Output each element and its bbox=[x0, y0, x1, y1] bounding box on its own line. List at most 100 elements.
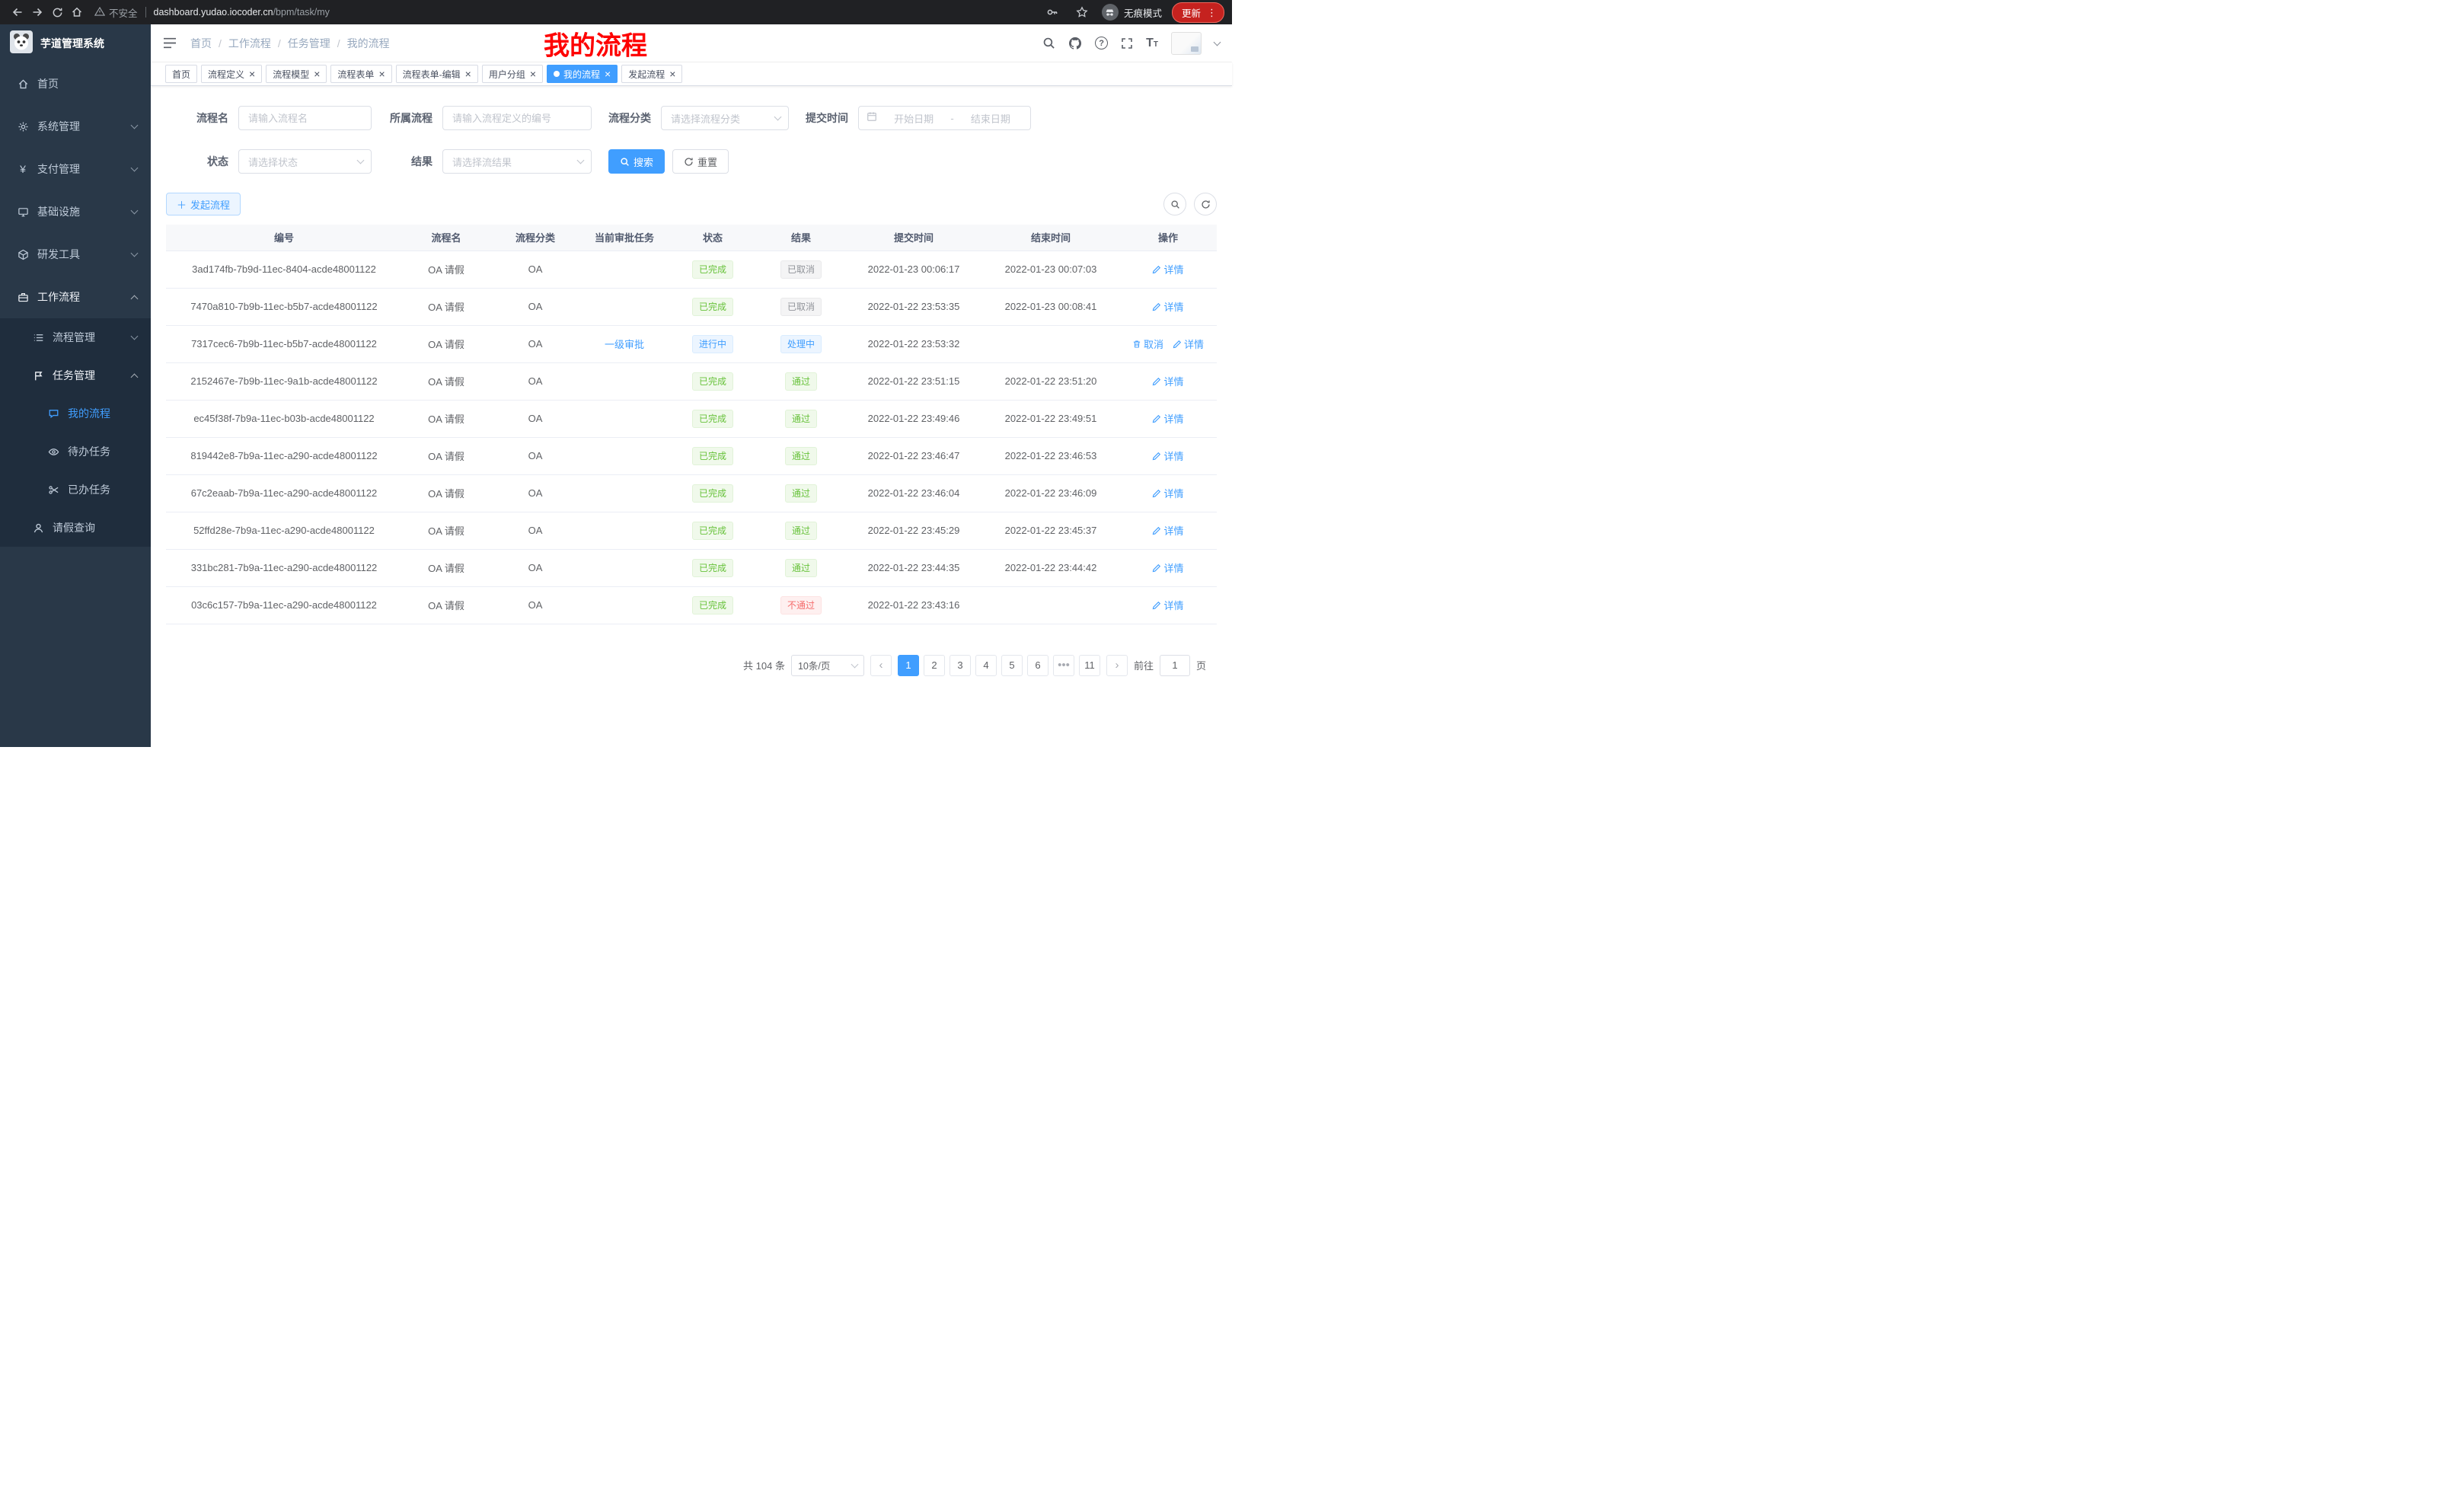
tab-3[interactable]: 流程表单 × bbox=[330, 65, 391, 83]
sidebar-item-done-tasks[interactable]: 已办任务 bbox=[0, 471, 151, 509]
tab-1[interactable]: 流程定义× bbox=[201, 65, 262, 83]
key-icon[interactable] bbox=[1042, 2, 1062, 22]
create-process-button[interactable]: ＋ 发起流程 bbox=[166, 193, 241, 215]
pagination-page-3[interactable]: 3 bbox=[950, 655, 971, 676]
tab-5[interactable]: 用户分组× bbox=[482, 65, 543, 83]
sidebar-item-todo-tasks[interactable]: 待办任务 bbox=[0, 433, 151, 471]
sidebar-item-process-mgmt[interactable]: 流程管理 bbox=[0, 318, 151, 356]
pagination-page-2[interactable]: 2 bbox=[924, 655, 945, 676]
tab-4[interactable]: 流程表单-编辑× bbox=[396, 65, 478, 83]
cell-category: OA bbox=[490, 474, 580, 512]
parent-process-input[interactable] bbox=[442, 106, 592, 130]
hamburger-icon[interactable] bbox=[163, 37, 177, 49]
tab-6[interactable]: 我的流程× bbox=[547, 65, 618, 83]
tab-label: 发起流程 bbox=[628, 68, 665, 81]
avatar-caret-icon[interactable] bbox=[1214, 38, 1221, 46]
action-edit-link[interactable]: 详情 bbox=[1152, 449, 1183, 463]
sidebar-item-label: 研发工具 bbox=[37, 247, 123, 262]
reset-button[interactable]: 重置 bbox=[672, 149, 729, 174]
action-edit-link[interactable]: 详情 bbox=[1152, 560, 1183, 575]
fullscreen-icon[interactable] bbox=[1121, 37, 1133, 49]
tab-close-icon[interactable]: × bbox=[378, 69, 385, 79]
tab-0[interactable]: 首页 bbox=[165, 65, 197, 83]
table-row: 03c6c157-7b9a-11ec-a290-acde48001122OA 请… bbox=[166, 586, 1217, 624]
cell-submit-time: 2022-01-22 23:49:46 bbox=[845, 400, 982, 437]
update-button[interactable]: 更新 ⋮ bbox=[1172, 2, 1224, 23]
refresh-icon[interactable] bbox=[1194, 193, 1217, 215]
cell-actions: 详情 bbox=[1119, 437, 1217, 474]
action-cancel-link[interactable]: 取消 bbox=[1132, 337, 1163, 351]
cell-name: OA 请假 bbox=[402, 400, 490, 437]
avatar[interactable] bbox=[1171, 32, 1202, 55]
pagination-page-11[interactable]: 11 bbox=[1079, 655, 1100, 676]
sidebar-item-payment[interactable]: ¥ 支付管理 bbox=[0, 148, 151, 190]
action-edit-link[interactable]: 详情 bbox=[1152, 299, 1183, 314]
sidebar-item-workflow[interactable]: 工作流程 bbox=[0, 276, 151, 318]
help-icon[interactable]: ? bbox=[1095, 37, 1108, 49]
back-icon[interactable] bbox=[8, 2, 27, 22]
github-icon[interactable] bbox=[1068, 37, 1082, 50]
bookmark-star-icon[interactable] bbox=[1072, 2, 1092, 22]
search-icon[interactable] bbox=[1042, 37, 1055, 49]
page-size-select[interactable]: 10条/页 bbox=[791, 655, 864, 676]
pagination-next[interactable]: › bbox=[1106, 655, 1128, 676]
tab-close-icon[interactable]: × bbox=[314, 69, 320, 79]
tab-7[interactable]: 发起流程 × bbox=[621, 65, 682, 83]
reload-icon[interactable] bbox=[47, 2, 67, 22]
tab-close-icon[interactable]: × bbox=[530, 69, 536, 79]
tab-close-icon[interactable]: × bbox=[465, 69, 471, 79]
pagination-page-4[interactable]: 4 bbox=[975, 655, 997, 676]
tab-2[interactable]: 流程模型× bbox=[266, 65, 327, 83]
process-name-input[interactable] bbox=[238, 106, 372, 130]
action-edit-link[interactable]: 详情 bbox=[1152, 262, 1183, 276]
sidebar-item-devtools[interactable]: 研发工具 bbox=[0, 233, 151, 276]
sidebar-item-system[interactable]: 系统管理 bbox=[0, 105, 151, 148]
sidebar-item-my-process[interactable]: 我的流程 bbox=[0, 394, 151, 433]
forward-icon[interactable] bbox=[27, 2, 47, 22]
tab-close-icon[interactable]: × bbox=[669, 69, 675, 79]
task-link[interactable]: 一级审批 bbox=[605, 337, 644, 351]
font-size-icon[interactable]: TT bbox=[1146, 37, 1158, 50]
home-browser-icon[interactable] bbox=[67, 2, 87, 22]
scissors-icon bbox=[47, 484, 59, 496]
browser-menu-icon[interactable]: ⋮ bbox=[1207, 8, 1217, 18]
action-edit-link[interactable]: 详情 bbox=[1152, 374, 1183, 388]
sidebar-item-leave-query[interactable]: 请假查询 bbox=[0, 509, 151, 547]
category-select[interactable]: 请选择流程分类 bbox=[661, 106, 789, 130]
security-indicator[interactable]: 不安全 bbox=[94, 5, 138, 20]
action-edit-link[interactable]: 详情 bbox=[1152, 598, 1183, 612]
tab-close-icon[interactable]: × bbox=[605, 69, 611, 79]
sidebar-item-task-mgmt[interactable]: 任务管理 bbox=[0, 356, 151, 394]
pagination-prev[interactable]: ‹ bbox=[870, 655, 892, 676]
action-edit-link[interactable]: 详情 bbox=[1152, 486, 1183, 500]
breadcrumb-task-mgmt[interactable]: 任务管理 bbox=[288, 36, 330, 51]
action-edit-link[interactable]: 详情 bbox=[1152, 523, 1183, 538]
pagination-page-1[interactable]: 1 bbox=[898, 655, 919, 676]
tab-close-icon[interactable]: × bbox=[249, 69, 255, 79]
address-bar[interactable]: dashboard.yudao.iocoder.cn/bpm/task/my bbox=[154, 7, 330, 18]
col-header-category: 流程分类 bbox=[490, 225, 580, 251]
action-edit-link[interactable]: 详情 bbox=[1173, 337, 1204, 351]
chevron-down-icon bbox=[131, 164, 139, 171]
app-logo-row[interactable]: 芋道管理系统 bbox=[0, 24, 151, 62]
pagination-page-6[interactable]: 6 bbox=[1027, 655, 1048, 676]
active-tab-dot-icon bbox=[554, 71, 560, 77]
date-range-picker[interactable]: 开始日期 - 结束日期 bbox=[858, 106, 1031, 130]
search-button[interactable]: 搜索 bbox=[608, 149, 665, 174]
sidebar-item-infrastructure[interactable]: 基础设施 bbox=[0, 190, 151, 233]
tab-label: 流程表单 bbox=[337, 68, 374, 81]
toggle-search-icon[interactable] bbox=[1163, 193, 1186, 215]
calendar-icon bbox=[867, 111, 877, 126]
pagination-page-5[interactable]: 5 bbox=[1001, 655, 1023, 676]
incognito-badge[interactable]: 无痕模式 bbox=[1102, 4, 1162, 21]
pagination-more[interactable]: ••• bbox=[1053, 655, 1074, 676]
sidebar-item-home[interactable]: 首页 bbox=[0, 62, 151, 105]
breadcrumb-home[interactable]: 首页 bbox=[190, 36, 212, 51]
action-edit-link[interactable]: 详情 bbox=[1152, 411, 1183, 426]
cell-end-time: 2022-01-22 23:49:51 bbox=[982, 400, 1119, 437]
result-select[interactable]: 请选择流结果 bbox=[442, 149, 592, 174]
status-tag: 通过 bbox=[785, 559, 817, 577]
breadcrumb-workflow[interactable]: 工作流程 bbox=[228, 36, 271, 51]
goto-page-input[interactable] bbox=[1160, 655, 1190, 676]
status-select[interactable]: 请选择状态 bbox=[238, 149, 372, 174]
